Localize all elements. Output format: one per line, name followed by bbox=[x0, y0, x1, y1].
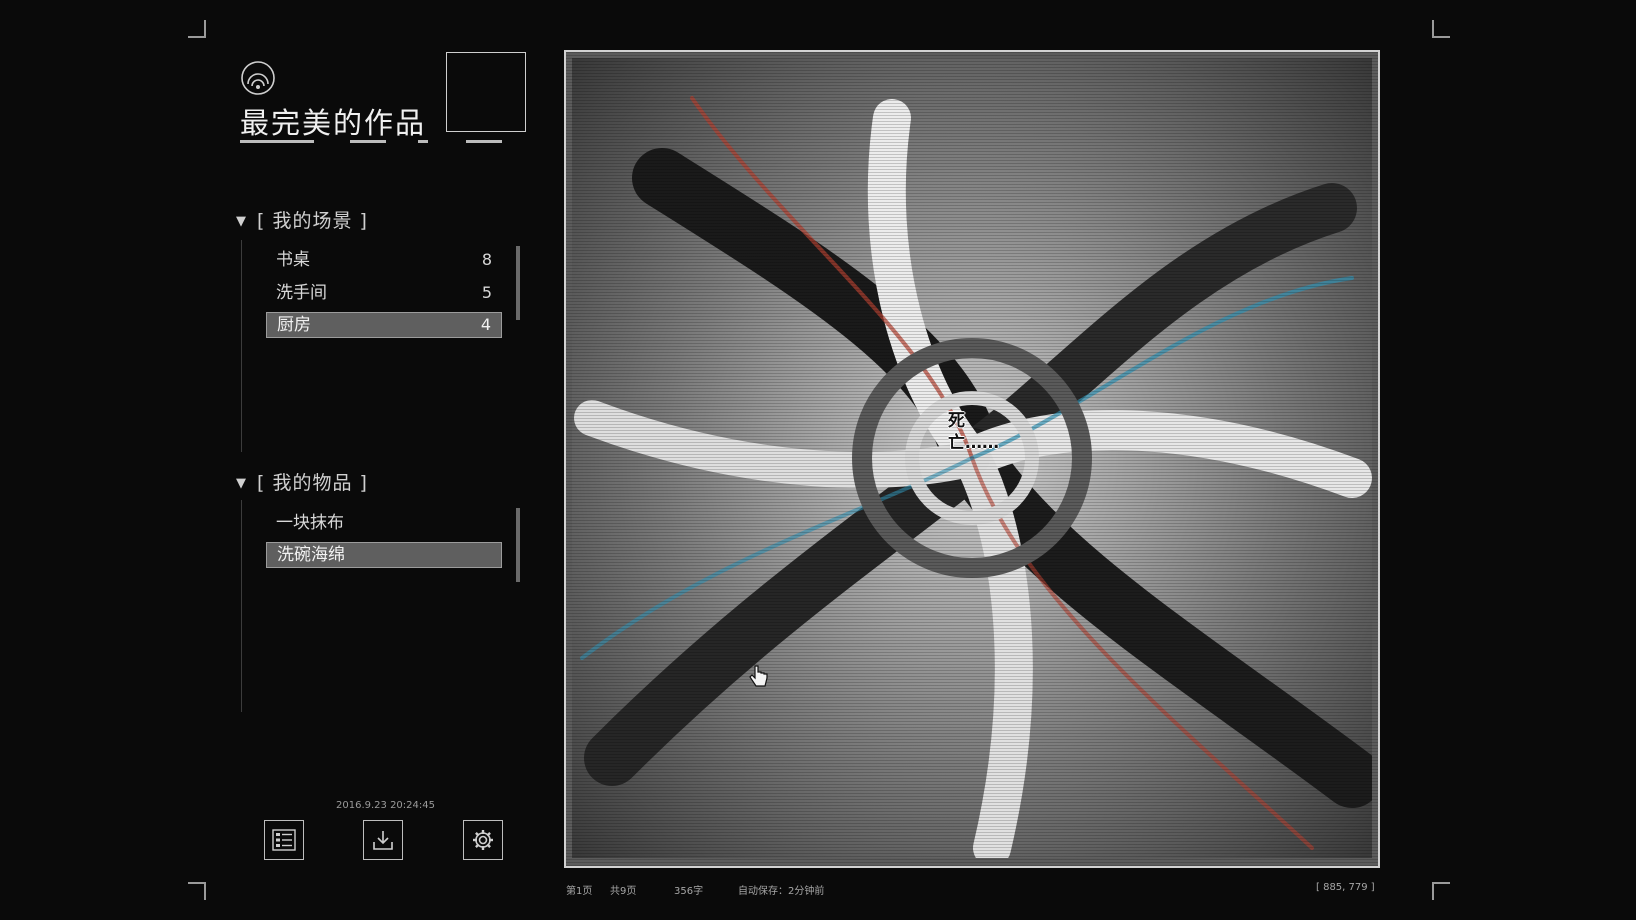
save-timestamp: 2016.9.23 20:24:45 bbox=[336, 800, 435, 811]
settings-button[interactable] bbox=[463, 820, 503, 860]
scene-count: 8 bbox=[481, 250, 492, 269]
status-autosave: 自动保存：2分钟前 bbox=[738, 886, 825, 897]
logo-icon bbox=[241, 61, 275, 95]
list-icon bbox=[272, 829, 296, 851]
download-icon bbox=[373, 831, 393, 850]
objects-tree-line bbox=[241, 500, 242, 712]
caption-line: 亡…… bbox=[948, 433, 999, 453]
scenes-scrollbar[interactable] bbox=[516, 246, 520, 320]
objects-scrollbar[interactable] bbox=[516, 508, 520, 582]
title-underline bbox=[350, 140, 386, 143]
title-underline bbox=[240, 140, 314, 143]
status-page: 第1页 bbox=[566, 886, 593, 897]
scene-name: 厨房 bbox=[277, 315, 311, 335]
thumbnail-underline bbox=[466, 140, 502, 143]
collapse-arrow-icon: ▼ bbox=[236, 476, 247, 491]
swirl-scene-image bbox=[572, 58, 1372, 858]
document-title: 最完美的作品 bbox=[240, 106, 427, 140]
scene-item-bathroom[interactable]: 洗手间 5 bbox=[266, 280, 502, 306]
object-name: 一块抹布 bbox=[276, 513, 344, 533]
scenes-header-label: [ 我的场景 ] bbox=[257, 210, 368, 232]
status-coordinates: [ 885, 779 ] bbox=[1316, 882, 1375, 893]
scenes-tree-line bbox=[241, 240, 242, 452]
status-word-count: 356字 bbox=[674, 886, 704, 897]
scenes-section-header[interactable]: ▼ [ 我的场景 ] bbox=[236, 206, 368, 233]
caption-line: 死 bbox=[948, 411, 965, 431]
frame-corner-top-left bbox=[188, 20, 206, 38]
title-underline bbox=[418, 140, 428, 143]
status-total-pages: 共9页 bbox=[610, 886, 637, 897]
object-item-sponge[interactable]: 洗碗海绵 bbox=[266, 542, 502, 568]
frame-corner-top-right bbox=[1432, 20, 1450, 38]
scene-viewer[interactable]: 死 亡…… bbox=[564, 50, 1380, 868]
scene-name: 洗手间 bbox=[276, 283, 327, 303]
frame-corner-bottom-right bbox=[1432, 882, 1450, 900]
scene-item-kitchen[interactable]: 厨房 4 bbox=[266, 312, 502, 338]
scene-caption: 死 亡…… bbox=[948, 410, 999, 454]
list-view-button[interactable] bbox=[264, 820, 304, 860]
object-item-rag[interactable]: 一块抹布 bbox=[266, 510, 502, 536]
objects-section-header[interactable]: ▼ [ 我的物品 ] bbox=[236, 468, 368, 495]
scene-name: 书桌 bbox=[276, 250, 310, 270]
frame-corner-bottom-left bbox=[188, 882, 206, 900]
objects-header-label: [ 我的物品 ] bbox=[257, 472, 368, 494]
object-name: 洗碗海绵 bbox=[277, 545, 345, 565]
cover-thumbnail[interactable] bbox=[446, 52, 526, 132]
export-button[interactable] bbox=[363, 820, 403, 860]
scene-count: 4 bbox=[480, 315, 491, 334]
scene-count: 5 bbox=[481, 283, 492, 302]
hand-cursor-icon bbox=[749, 665, 768, 687]
collapse-arrow-icon: ▼ bbox=[236, 214, 247, 229]
scene-item-desk[interactable]: 书桌 8 bbox=[266, 247, 502, 273]
gear-icon bbox=[473, 830, 493, 850]
